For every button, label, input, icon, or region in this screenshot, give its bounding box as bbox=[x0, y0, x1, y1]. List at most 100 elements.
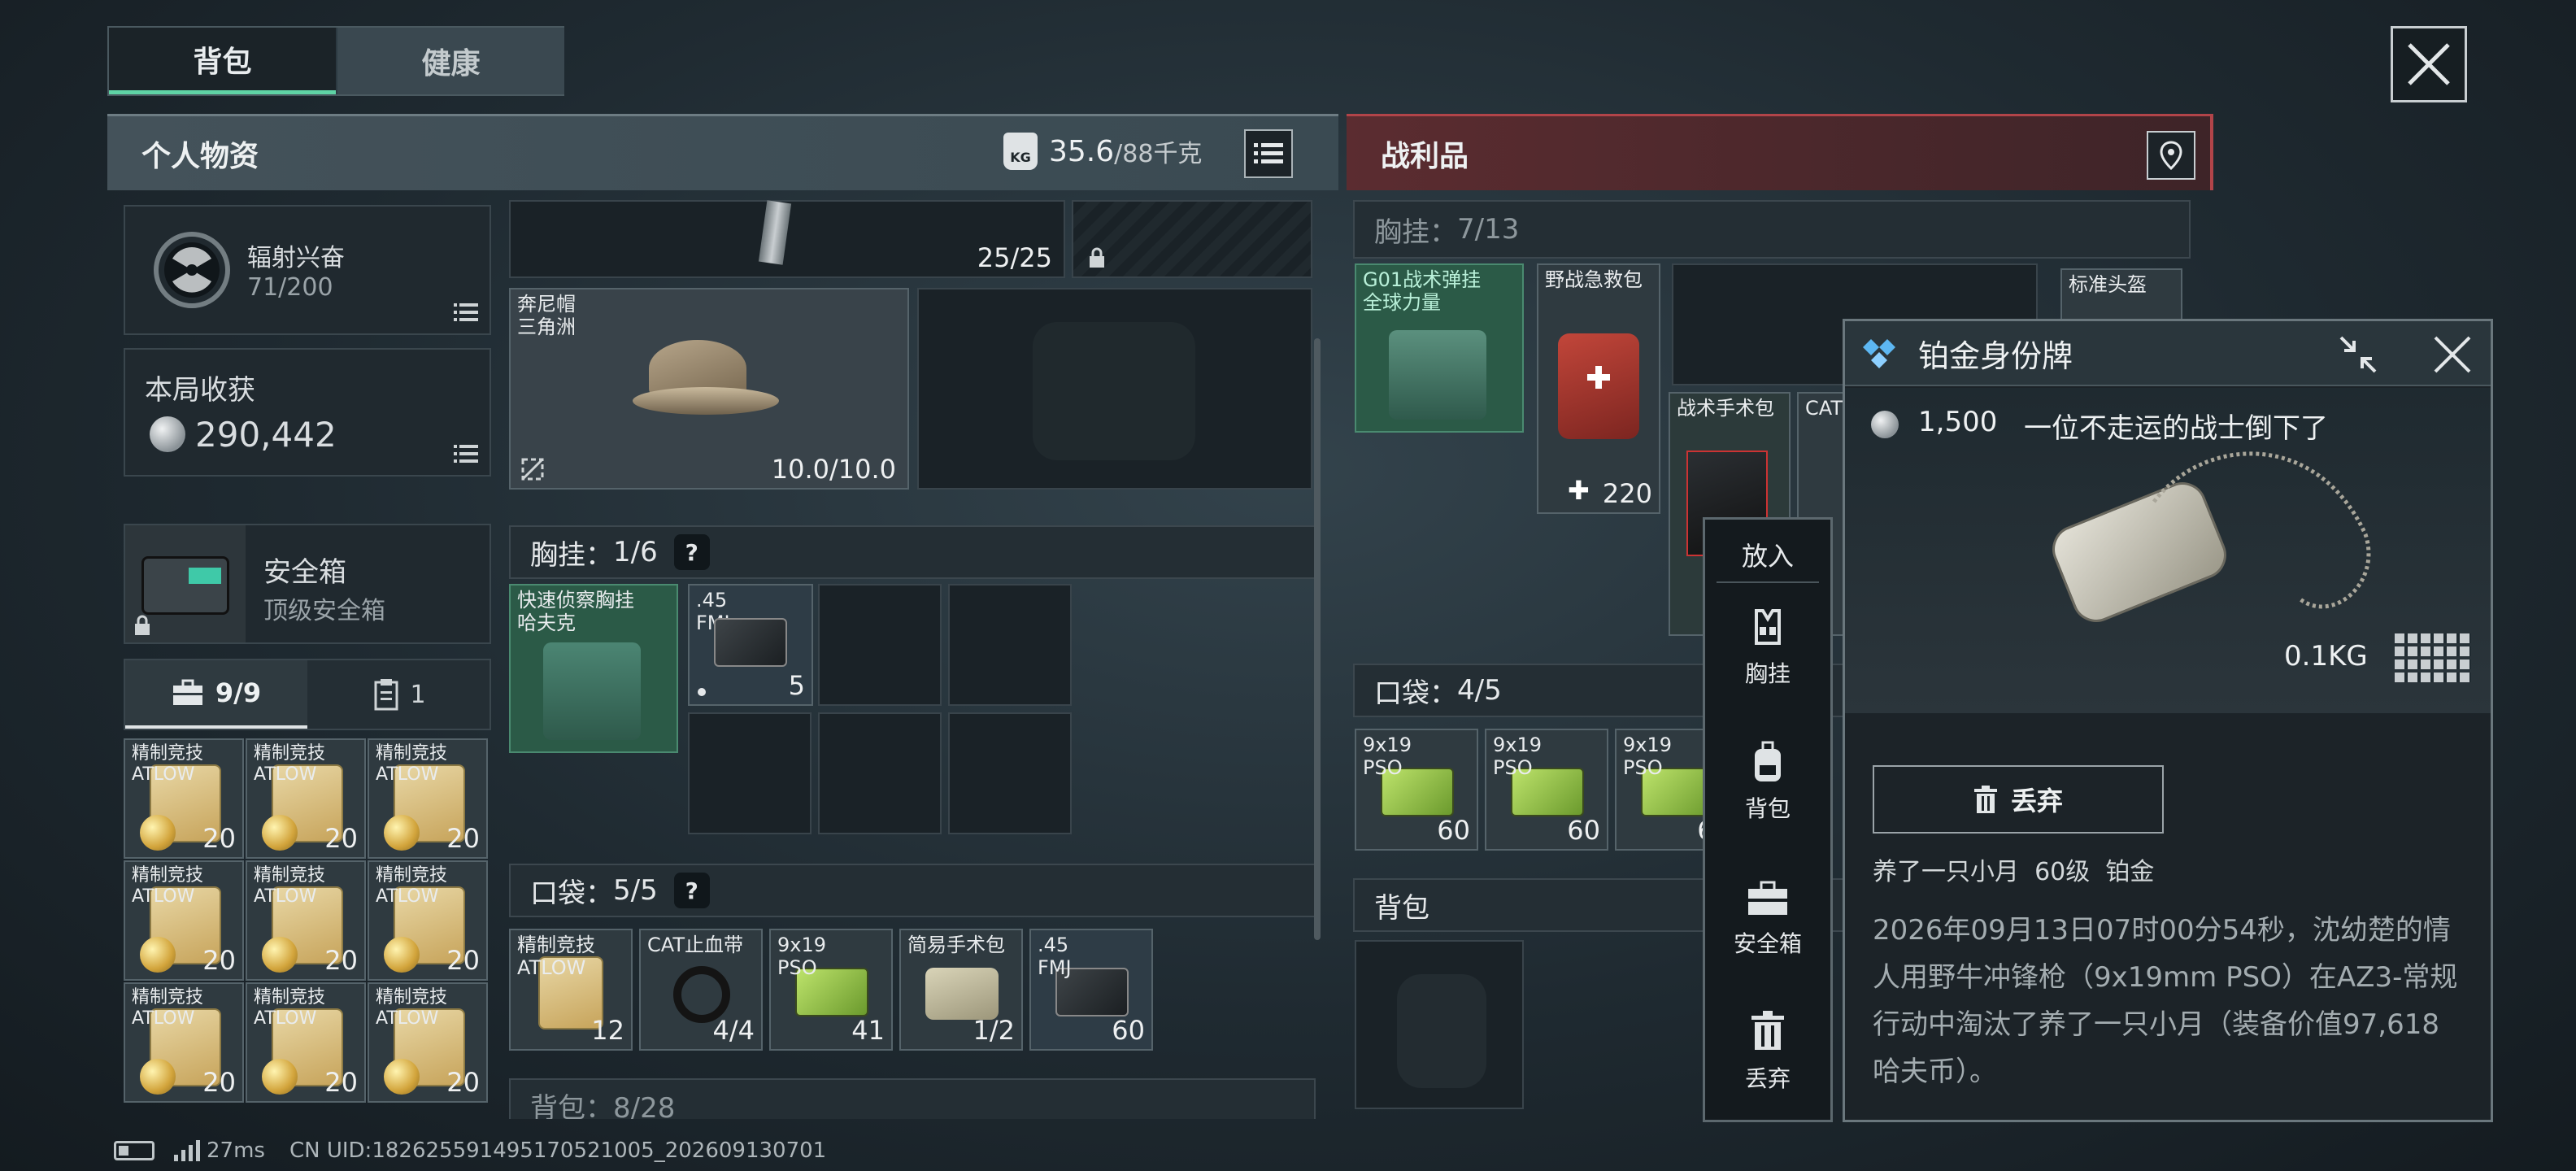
first-aid-kit-image bbox=[1558, 333, 1639, 439]
dog-tag-chain bbox=[2152, 451, 2371, 609]
coin-decoration bbox=[140, 937, 176, 973]
loot-pocket-item[interactable]: 9x19 PSO 60 bbox=[1485, 729, 1608, 851]
tooltip-price: 1,500 bbox=[1918, 406, 1998, 438]
weapon-slot[interactable]: 25/25 bbox=[509, 200, 1065, 278]
briefcase-icon bbox=[1748, 881, 1787, 915]
put-in-chest-option[interactable]: 胸挂 bbox=[1705, 607, 1830, 729]
chest-ammo-count: 5 bbox=[788, 670, 805, 701]
snack-count: 20 bbox=[202, 945, 236, 976]
tab-bag-storage[interactable]: 9/9 bbox=[125, 660, 307, 729]
signal-icon bbox=[174, 1140, 200, 1161]
chest-slot-empty[interactable] bbox=[818, 584, 942, 706]
chest-rig-item[interactable]: 快速侦察胸挂 哈夫克 bbox=[509, 584, 678, 753]
loot-pocket-item-name: 9x19 PSO bbox=[1363, 734, 1412, 779]
snack-count: 20 bbox=[446, 823, 480, 854]
snack-count: 20 bbox=[202, 1067, 236, 1098]
safebox-snack-item[interactable]: 精制竞技 ATLOW 20 bbox=[368, 982, 488, 1103]
radiation-status-card[interactable]: 辐射兴奋 71/200 bbox=[124, 205, 491, 335]
safebox-card[interactable]: 安全箱 顶级安全箱 bbox=[124, 524, 491, 644]
snack-name: 精制竞技 ATLOW bbox=[132, 987, 204, 1029]
durability-broken-icon bbox=[521, 458, 544, 481]
loot-pocket-item-count: 60 bbox=[1567, 815, 1600, 846]
close-icon[interactable] bbox=[2432, 334, 2473, 375]
pocket-item[interactable]: 简易手术包 1/2 bbox=[899, 929, 1023, 1051]
scrollbar[interactable] bbox=[1314, 338, 1321, 940]
currency-coin-icon bbox=[150, 416, 185, 452]
chest-label: 胸挂： bbox=[530, 538, 613, 572]
safebox-snack-item[interactable]: 精制竞技 ATLOW 20 bbox=[246, 738, 366, 859]
pocket-item[interactable]: 精制竞技 ATLOW 12 bbox=[509, 929, 633, 1051]
loot-pocket-item-name: 9x19 PSO bbox=[1623, 734, 1673, 779]
loot-cat-name: CAT bbox=[1805, 397, 1843, 420]
chest-rig-name: 快速侦察胸挂 哈夫克 bbox=[517, 589, 634, 634]
pocket-item[interactable]: CAT止血带 4/4 bbox=[639, 929, 763, 1051]
tab-backpack[interactable]: 背包 bbox=[109, 28, 336, 94]
safebox-snack-item[interactable]: 精制竞技 ATLOW 20 bbox=[246, 982, 366, 1103]
pocket-item-count: 60 bbox=[1112, 1015, 1145, 1046]
surgery-kit-image bbox=[925, 968, 999, 1020]
tab-other-storage[interactable]: 1 bbox=[309, 660, 491, 729]
pocket-item[interactable]: 9x19 PSO 41 bbox=[769, 929, 893, 1051]
coin-decoration bbox=[262, 1059, 298, 1095]
pocket-item[interactable]: .45 FMJ 60 bbox=[1029, 929, 1153, 1051]
radiation-icon bbox=[154, 232, 230, 308]
loot-chest-label: 胸挂： bbox=[1374, 215, 1457, 249]
loot-chest-rig[interactable]: G01战术弹挂 全球力量 bbox=[1355, 263, 1524, 433]
chest-capacity: 1/6 bbox=[613, 536, 658, 568]
safebox-snack-item[interactable]: 精制竞技 ATLOW 20 bbox=[368, 860, 488, 981]
earnings-card[interactable]: 本局收获 290,442 bbox=[124, 348, 491, 477]
loot-pocket-capacity: 4/5 bbox=[1457, 674, 1502, 707]
loot-first-aid-kit[interactable]: 野战急救包 ✚ 220 bbox=[1537, 263, 1660, 514]
list-icon bbox=[454, 445, 478, 463]
collapse-icon[interactable] bbox=[2338, 334, 2378, 375]
snack-name: 精制竞技 ATLOW bbox=[132, 743, 204, 785]
chest-ammo-item[interactable]: .45 FMJ 5 bbox=[688, 584, 813, 706]
weight-icon: KG bbox=[1003, 133, 1038, 170]
pocket-item-name: 9x19 PSO bbox=[777, 934, 827, 979]
weight-value: 35.6 bbox=[1049, 134, 1115, 168]
pocket-section-header: 口袋： 5/5 ? bbox=[509, 864, 1316, 917]
loot-pocket-item[interactable]: 9x19 PSO 60 bbox=[1355, 729, 1478, 851]
personal-items-header: 个人物资 KG 35.6 /88千克 bbox=[107, 114, 1338, 190]
chest-help-button[interactable]: ? bbox=[673, 534, 710, 570]
put-in-discard-option[interactable]: 丢弃 bbox=[1705, 1011, 1830, 1117]
radiation-label: 辐射兴奋 bbox=[247, 244, 345, 272]
safebox-snack-item[interactable]: 精制竞技 ATLOW 20 bbox=[124, 860, 244, 981]
tooltip-weight: 0.1KG bbox=[2284, 640, 2368, 673]
put-in-backpack-option[interactable]: 背包 bbox=[1705, 741, 1830, 863]
item-size-grid-icon bbox=[2395, 632, 2471, 682]
chest-slot-empty[interactable] bbox=[688, 712, 812, 834]
chest-rig-image bbox=[1389, 330, 1486, 420]
chest-rig-section-header: 胸挂： 1/6 ? bbox=[509, 525, 1316, 579]
discard-button[interactable]: 丢弃 bbox=[1873, 765, 2164, 834]
ammo-count: 25/25 bbox=[977, 242, 1052, 273]
currency-coin-icon bbox=[1871, 411, 1899, 438]
loot-helmet[interactable]: 标准头盔 bbox=[2060, 268, 2182, 325]
loot-location-button[interactable] bbox=[2147, 131, 2195, 180]
put-in-chest-label: 胸挂 bbox=[1744, 660, 1791, 687]
hat-slot[interactable]: 奔尼帽 三角洲 10.0/10.0 bbox=[509, 288, 909, 490]
plus-icon: ✚ bbox=[1568, 475, 1590, 506]
snack-name: 精制竞技 ATLOW bbox=[376, 743, 448, 785]
chest-rig-image bbox=[543, 642, 641, 740]
safebox-snack-item[interactable]: 精制竞技 ATLOW 20 bbox=[246, 860, 366, 981]
safebox-title: 安全箱 bbox=[263, 556, 346, 589]
chest-slot-empty[interactable] bbox=[948, 712, 1072, 834]
chest-slot-empty[interactable] bbox=[948, 584, 1072, 706]
safebox-snack-item[interactable]: 精制竞技 ATLOW 20 bbox=[124, 738, 244, 859]
put-in-safebox-option[interactable]: 安全箱 bbox=[1705, 881, 1830, 1003]
storage-tabs: 9/9 1 bbox=[124, 659, 491, 730]
snack-count: 20 bbox=[324, 1067, 358, 1098]
pocket-item-count: 41 bbox=[851, 1015, 885, 1046]
loot-backpack-slot[interactable] bbox=[1355, 940, 1524, 1109]
sort-list-button[interactable] bbox=[1244, 129, 1293, 178]
safebox-snack-item[interactable]: 精制竞技 ATLOW 20 bbox=[368, 738, 488, 859]
chest-slot-empty[interactable] bbox=[818, 712, 942, 834]
tab-health[interactable]: 健康 bbox=[337, 28, 564, 94]
close-button[interactable] bbox=[2391, 26, 2467, 102]
snack-count: 20 bbox=[202, 823, 236, 854]
armor-slot-empty[interactable] bbox=[917, 288, 1312, 490]
loot-backpack-label: 背包 bbox=[1374, 891, 1429, 925]
pocket-help-button[interactable]: ? bbox=[673, 873, 710, 908]
safebox-snack-item[interactable]: 精制竞技 ATLOW 20 bbox=[124, 982, 244, 1103]
